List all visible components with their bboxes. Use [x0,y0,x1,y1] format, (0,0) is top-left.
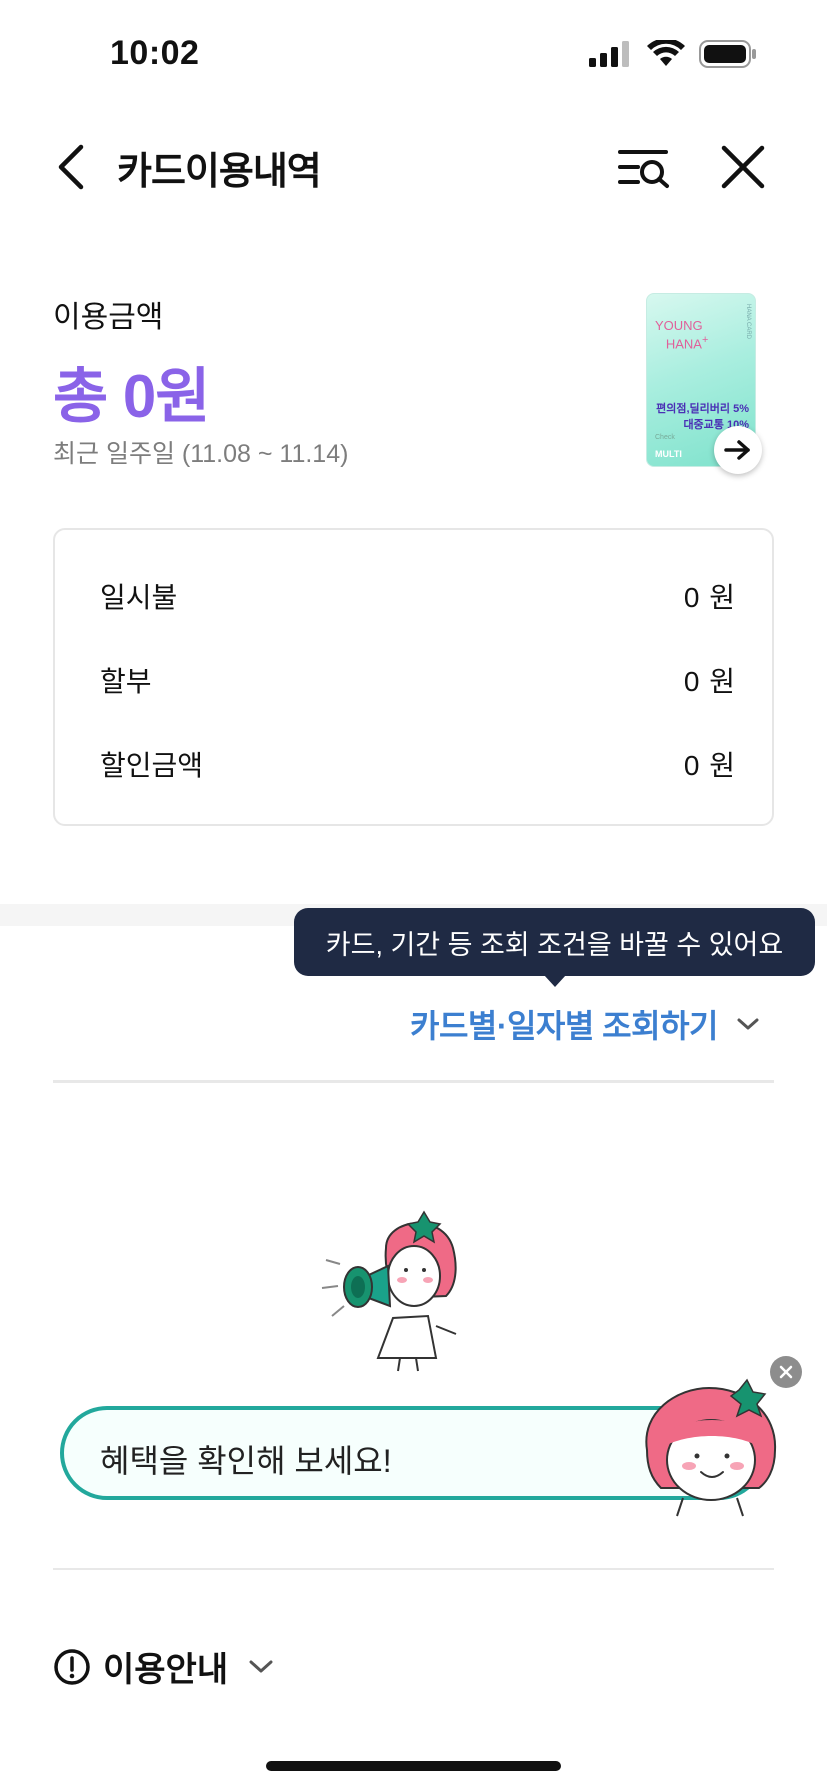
status-time: 10:02 [110,34,200,72]
card-benefit-1: 편의점,딜리버리 5% [656,403,749,415]
tooltip-tail [544,975,566,987]
filter-label: 카드별·일자별 조회하기 [410,1008,718,1044]
info-alert-icon [54,1648,90,1685]
mascot-face-illustration [645,1378,777,1517]
arrow-right-icon [724,440,750,460]
filter-divider [53,1080,774,1083]
mascot-megaphone-illustration [321,1210,457,1372]
page-title: 카드이용내역 [117,151,322,193]
banner-text: 혜택을 확인해 보세요! [100,1443,392,1479]
usage-guide-label: 이용안내 [103,1651,229,1689]
search-filter-button[interactable] [616,142,672,192]
chevron-down-icon [737,1018,759,1030]
close-button[interactable] [718,142,768,192]
card-brand-plus: + [701,334,709,346]
usage-guide-toggle[interactable]: 이용안내 [53,1642,274,1691]
battery-icon [699,40,757,73]
home-indicator [266,1761,561,1771]
close-icon [779,1365,793,1379]
search-filter-icon [618,150,669,188]
card-check-label: Check [655,434,675,441]
tooltip-text: 카드, 기간 등 조회 조건을 바꿀 수 있어요 [325,929,784,960]
breakdown-amount: 0 원 [683,666,736,697]
signal-icon [589,41,633,72]
card-multi-label: MULTI [655,449,682,459]
card-detail-button[interactable] [714,426,762,474]
breakdown-label: 할인금액 [100,750,204,781]
status-bar: 10:02 [0,0,827,110]
breakdown-label: 일시불 [100,582,178,613]
card-brand: YOUNG HANA+ [655,318,708,351]
breakdown-box: 일시불 0 원 할부 0 원 할인금액 0 원 [53,528,774,826]
summary-label: 이용금액 [53,301,164,334]
card-brand-line1: YOUNG [655,318,703,333]
chevron-left-icon [58,144,84,190]
card-side-text: HANA CARD [745,304,751,340]
filter-toggle-button[interactable]: 카드별·일자별 조회하기 [410,1001,760,1047]
tooltip: 카드, 기간 등 조회 조건을 바꿀 수 있어요 [294,908,815,976]
back-button[interactable] [48,142,94,192]
wifi-icon [647,38,685,73]
bottom-divider [53,1568,774,1570]
breakdown-row-lumpsum: 일시불 0 원 [100,576,736,616]
nav-header: 카드이용내역 [0,120,827,210]
breakdown-amount: 0 원 [683,750,736,781]
breakdown-label: 할부 [100,666,152,697]
card-brand-line2: HANA [665,336,702,352]
close-icon [721,145,765,189]
breakdown-row-discount: 할인금액 0 원 [100,744,736,784]
banner-close-button[interactable] [770,1356,802,1388]
breakdown-amount: 0 원 [683,582,736,613]
summary-period: 최근 일주일 (11.08 ~ 11.14) [53,440,349,468]
chevron-down-icon [249,1660,273,1672]
summary-total: 총 0원 [53,363,210,430]
breakdown-row-installment: 할부 0 원 [100,660,736,700]
status-icons [589,38,757,73]
